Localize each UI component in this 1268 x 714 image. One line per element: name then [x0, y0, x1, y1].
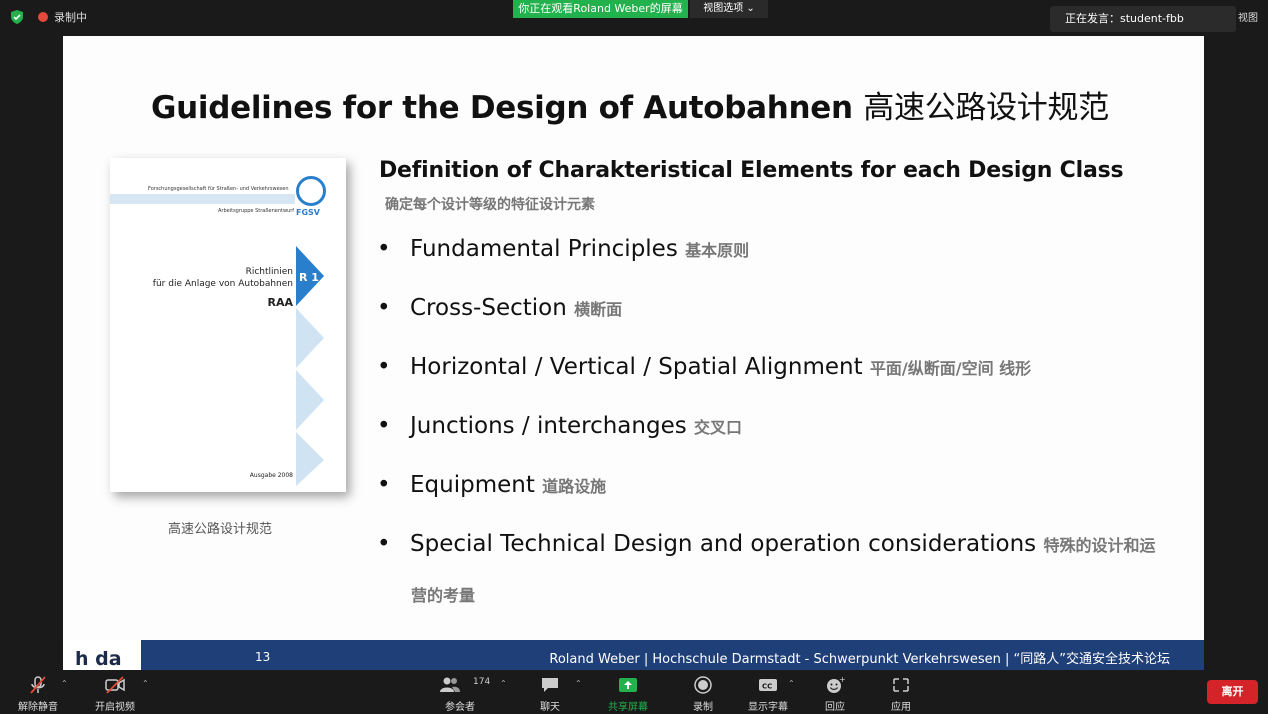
- footer-band: 13 Roland Weber | Hochschule Darmstadt -…: [141, 640, 1204, 670]
- video-label: 开启视频: [95, 702, 135, 713]
- book-cover-image: Forschungsgesellschaft für Straßen- und …: [110, 158, 346, 492]
- view-options-button[interactable]: 视图选项 ⌄: [690, 0, 768, 18]
- participants-caret-icon[interactable]: ⌃: [500, 679, 507, 688]
- share-screen-label: 共享屏幕: [608, 702, 648, 713]
- unmute-button[interactable]: 解除静音: [3, 670, 73, 714]
- record-icon: [694, 676, 712, 694]
- bullet-item-continuation: 营的考量: [411, 586, 476, 605]
- bullet-item: • Equipment 道路设施: [377, 472, 607, 498]
- recording-icon: [38, 12, 48, 22]
- audio-options-caret-icon[interactable]: ⌃: [61, 679, 68, 688]
- hda-logo: h da: [75, 648, 122, 670]
- bullet-item: • Junctions / interchanges 交叉口: [377, 413, 743, 439]
- slide-subtitle-cn: 确定每个设计等级的特征设计元素: [385, 197, 595, 213]
- record-button[interactable]: 录制: [668, 670, 738, 714]
- apps-button[interactable]: 应用: [866, 670, 936, 714]
- participants-count: 174: [473, 677, 491, 687]
- microphone-muted-icon: [30, 676, 46, 694]
- chat-icon: [542, 678, 558, 692]
- footer-text: Roland Weber | Hochschule Darmstadt - Sc…: [549, 652, 1170, 667]
- cover-code: RAA: [267, 296, 294, 309]
- share-screen-icon: [619, 678, 637, 692]
- bullet-item: • Special Technical Design and operation …: [377, 531, 1156, 557]
- closed-captions-icon: CC: [759, 679, 777, 691]
- svg-text:CC: CC: [762, 683, 772, 691]
- participants-label: 参会者: [445, 702, 475, 713]
- chat-caret-icon[interactable]: ⌃: [575, 679, 582, 688]
- chat-button[interactable]: 聊天: [515, 670, 585, 714]
- fgsv-logo-icon: [296, 176, 326, 206]
- shared-screen-slide: Guidelines for the Design of Autobahnen …: [63, 36, 1204, 670]
- start-video-button[interactable]: 开启视频: [80, 670, 150, 714]
- cover-edition: Ausgabe 2008: [249, 472, 293, 479]
- captions-caret-icon[interactable]: ⌃: [788, 679, 795, 688]
- slide-subtitle: Definition of Charakteristical Elements …: [379, 158, 1124, 183]
- participants-button[interactable]: 174 参会者: [425, 670, 495, 714]
- cover-arrows-icon: R 1: [296, 246, 324, 486]
- reactions-icon: +: [827, 676, 845, 693]
- cover-tag: R 1: [299, 271, 319, 284]
- participants-icon: [439, 677, 460, 692]
- video-options-caret-icon[interactable]: ⌃: [142, 679, 149, 688]
- page-number: 13: [255, 650, 271, 664]
- recording-status: 录制中: [54, 11, 87, 24]
- slide-footer: h da 13 Roland Weber | Hochschule Darmst…: [63, 640, 1204, 670]
- cover-org: Forschungsgesellschaft für Straßen- und …: [148, 186, 289, 192]
- leave-button[interactable]: 离开: [1207, 680, 1258, 704]
- apps-icon: [893, 678, 909, 692]
- viewing-banner: 你正在观看Roland Weber的屏幕: [513, 0, 688, 18]
- apps-label: 应用: [891, 702, 911, 713]
- cover-group: Arbeitsgruppe Straßenentwurf: [218, 208, 295, 214]
- meeting-top-bar: 录制中 你正在观看Roland Weber的屏幕 视图选项 ⌄ 正在发言：stu…: [0, 0, 1268, 36]
- active-speaker-label: 正在发言：student-fbb: [1050, 6, 1236, 32]
- cover-logo-text: FGSV: [296, 208, 320, 217]
- captions-button[interactable]: CC 显示字幕: [733, 670, 803, 714]
- cover-caption: 高速公路设计规范: [168, 522, 273, 537]
- video-off-icon: [105, 676, 125, 694]
- view-button[interactable]: 视图: [1238, 9, 1258, 24]
- svg-text:+: +: [839, 676, 845, 684]
- bullet-item: • Fundamental Principles 基本原则: [377, 236, 750, 262]
- slide-title: Guidelines for the Design of Autobahnen …: [151, 90, 1109, 126]
- captions-label: 显示字幕: [748, 702, 788, 713]
- chat-label: 聊天: [540, 702, 560, 713]
- cover-title: Richtlinien für die Anlage von Autobahnen: [152, 267, 293, 289]
- meeting-toolbar: 解除静音 ⌃ 开启视频 ⌃ 174 参会者 ⌃ 聊天 ⌃ 共享屏幕 录制 CC …: [0, 670, 1268, 714]
- unmute-label: 解除静音: [18, 702, 58, 713]
- reactions-label: 回应: [825, 702, 845, 713]
- cover-band: [110, 194, 295, 204]
- shield-icon[interactable]: [10, 10, 24, 24]
- record-label: 录制: [693, 702, 713, 713]
- share-screen-button[interactable]: 共享屏幕: [593, 670, 663, 714]
- bullet-item: • Cross-Section 横断面: [377, 295, 623, 321]
- bullet-item: • Horizontal / Vertical / Spatial Alignme…: [377, 354, 1032, 380]
- reactions-button[interactable]: + 回应: [800, 670, 870, 714]
